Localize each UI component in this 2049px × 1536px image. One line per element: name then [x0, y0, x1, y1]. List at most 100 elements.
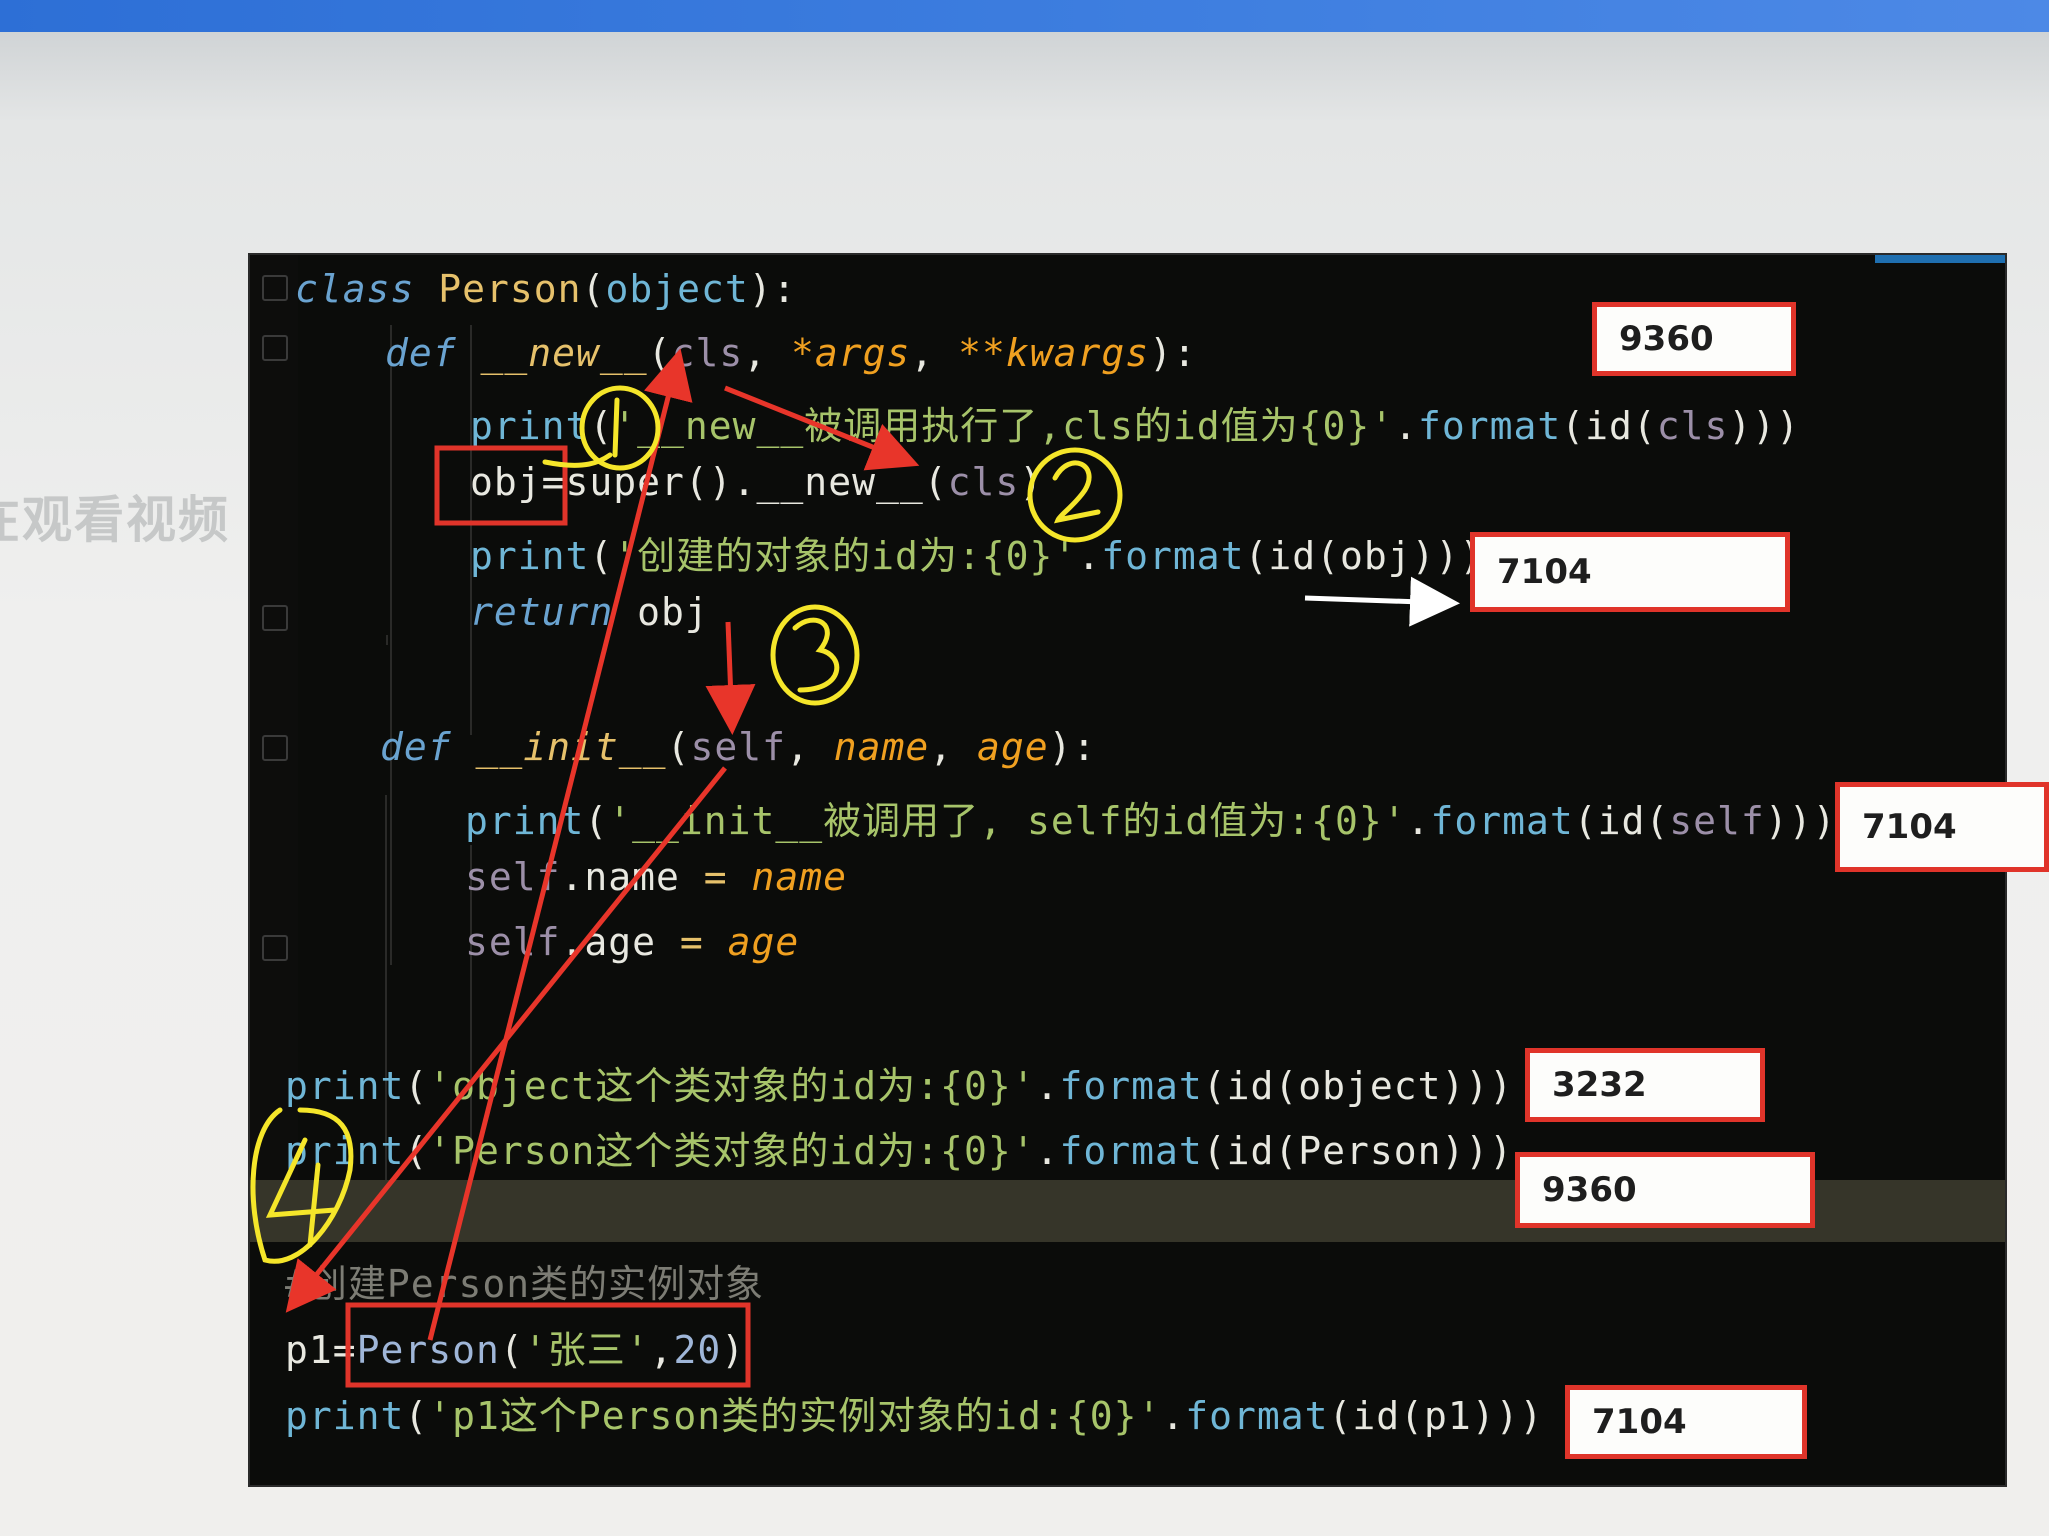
param: name — [833, 725, 930, 769]
builtin: format — [1185, 1394, 1329, 1438]
string: '__init__被调用了, self的id值为:{0}' — [608, 799, 1407, 843]
code-line-print-new[interactable]: print('__new__被调用执行了,cls的id值为{0}'.format… — [470, 395, 1800, 450]
code-line-p1-assign[interactable]: p1=Person('张三',20) — [285, 1319, 745, 1374]
builtin: format — [1059, 1129, 1203, 1173]
punct: . — [1077, 534, 1102, 578]
builtin: print — [465, 799, 585, 843]
id-value-box-p1: 7104 — [1565, 1385, 1807, 1459]
punct: (id(p1))) — [1328, 1394, 1544, 1438]
call: super().__new__( — [565, 460, 948, 504]
indent-guide — [386, 635, 388, 645]
number: 20 — [673, 1328, 722, 1372]
indent-guide — [390, 325, 392, 965]
punct: ): — [748, 267, 797, 311]
code-editor[interactable]: class Person(object): def __new__(cls, *… — [250, 255, 2005, 1485]
param: self — [690, 725, 786, 769]
code-line-print-p1-id[interactable]: print('p1这个Person类的实例对象的id:{0}'.format(i… — [285, 1385, 1543, 1440]
punct: ))) — [1764, 799, 1837, 843]
string: 'p1这个Person类的实例对象的id:{0}' — [428, 1394, 1162, 1438]
builtin: print — [470, 404, 590, 448]
punct: ( — [404, 1394, 429, 1438]
code-line-self-name[interactable]: self.name = name — [465, 855, 847, 899]
punct: ( — [666, 725, 691, 769]
editor-tab-indicator — [1875, 255, 2005, 263]
class-call: Person — [356, 1328, 500, 1372]
code-line-def-new[interactable]: def __new__(cls, *args, **kwargs): — [385, 331, 1197, 375]
punct: ( — [499, 1328, 524, 1372]
attribute: .name — [560, 855, 680, 899]
code-line-comment[interactable]: #创建Person类的实例对象 — [285, 1253, 764, 1308]
param: *args — [790, 331, 911, 375]
punct: ( — [647, 331, 672, 375]
punct: . — [1035, 1129, 1060, 1173]
code-line-obj-assign[interactable]: obj=super().__new__(cls) — [470, 460, 1043, 504]
punct: ( — [581, 267, 606, 311]
code-line-class-def[interactable]: class Person(object): — [295, 267, 797, 311]
keyword: def — [380, 725, 452, 769]
builtin: format — [1417, 404, 1562, 448]
builtin: format — [1430, 799, 1574, 843]
punct: , — [649, 1328, 674, 1372]
string: 'Person这个类对象的id为:{0}' — [428, 1129, 1036, 1173]
punct: = — [679, 855, 752, 899]
punct: (id( — [1561, 404, 1657, 448]
builtin: print — [285, 1064, 405, 1108]
code-line-print-object-id[interactable]: print('object这个类对象的id为:{0}'.format(id(ob… — [285, 1055, 1513, 1110]
variable: obj — [613, 590, 709, 634]
method-name: __init__ — [475, 725, 667, 769]
punct: ) — [1019, 460, 1044, 504]
punct: , — [743, 331, 791, 375]
builtin: format — [1101, 534, 1245, 578]
string: '张三' — [523, 1328, 650, 1372]
code-line-print-person-id[interactable]: print('Person这个类对象的id为:{0}'.format(id(Pe… — [285, 1120, 1513, 1175]
punct: = — [656, 920, 728, 964]
param: name — [751, 855, 848, 899]
punct: (id( — [1573, 799, 1670, 843]
string: '创建的对象的id为:{0}' — [613, 534, 1078, 578]
code-line-self-age[interactable]: self.age = age — [465, 920, 799, 964]
fold-marker-icon[interactable] — [262, 275, 288, 301]
window-title-bar — [0, 0, 2049, 32]
punct: ( — [404, 1129, 429, 1173]
param: cls — [671, 331, 744, 375]
code-line-def-init[interactable]: def __init__(self, name, age): — [380, 725, 1096, 769]
indent-guide — [470, 845, 472, 1235]
builtin: print — [285, 1394, 405, 1438]
string: 'object这个类对象的id为:{0}' — [428, 1064, 1036, 1108]
param: age — [977, 725, 1049, 769]
punct: ( — [404, 1064, 429, 1108]
punct: (id(Person))) — [1202, 1129, 1514, 1173]
code-line-print-init[interactable]: print('__init__被调用了, self的id值为:{0}'.form… — [465, 790, 1836, 845]
code-line-return[interactable]: return obj — [470, 590, 709, 634]
param: **kwargs — [958, 331, 1150, 375]
punct: . — [1161, 1394, 1186, 1438]
punct: , — [785, 725, 834, 769]
param: age — [727, 920, 800, 964]
punct: ) — [721, 1328, 746, 1372]
punct: (id(object))) — [1202, 1064, 1514, 1108]
string: '__new__被调用执行了,cls的id值为{0}' — [613, 404, 1395, 448]
id-value-box-obj: 7104 — [1470, 532, 1790, 612]
id-value-box-self: 7104 — [1835, 782, 2049, 872]
self-ref: self — [465, 855, 561, 899]
base-class: object — [605, 267, 749, 311]
video-watermark-caption: 在观看视频 — [0, 491, 230, 549]
punct: . — [1035, 1064, 1060, 1108]
self-ref: self — [465, 920, 561, 964]
id-value-box-cls: 9360 — [1592, 302, 1796, 376]
id-value-box-object: 3232 — [1525, 1048, 1765, 1122]
builtin: print — [470, 534, 590, 578]
fold-marker-icon[interactable] — [262, 935, 288, 961]
punct: . — [1406, 799, 1431, 843]
keyword: return — [470, 590, 614, 634]
punct: = — [332, 1328, 357, 1372]
fold-marker-icon[interactable] — [262, 735, 288, 761]
fold-marker-icon[interactable] — [262, 605, 288, 631]
keyword: def — [385, 331, 457, 375]
class-name: Person — [438, 267, 582, 311]
variable: p1 — [285, 1328, 333, 1372]
fold-marker-icon[interactable] — [262, 335, 288, 361]
punct: . — [1394, 404, 1418, 448]
punct: = — [541, 460, 566, 504]
code-line-print-obj[interactable]: print('创建的对象的id为:{0}'.format(id(obj))) — [470, 525, 1483, 580]
